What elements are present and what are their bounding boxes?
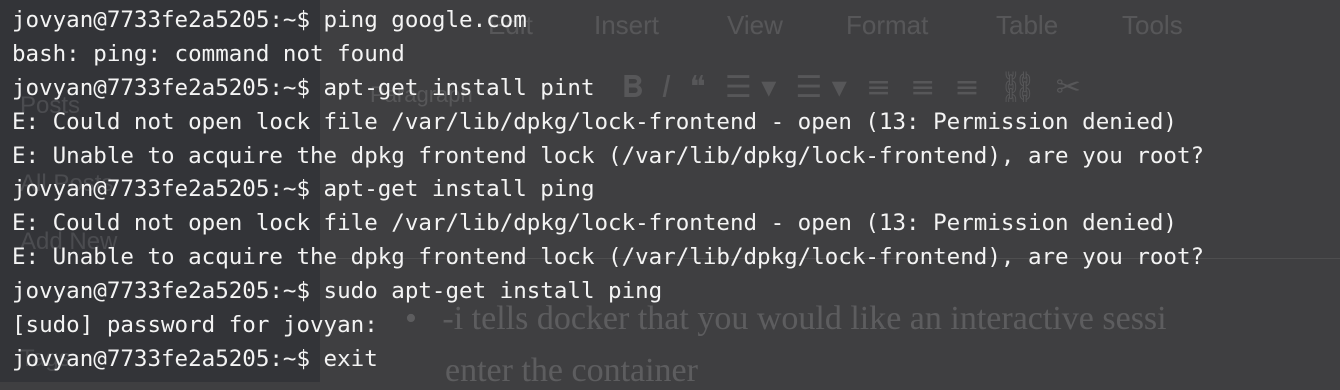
terminal-prompt-line[interactable]: jovyan@7733fe2a5205:~$ exit (12, 343, 1340, 377)
terminal-line: E: Could not open lock file /var/lib/dpk… (12, 210, 1177, 237)
terminal-line: [sudo] password for jovyan: (12, 312, 378, 339)
terminal-line: bash: ping: command not found (12, 40, 405, 67)
terminal-line: jovyan@7733fe2a5205:~$ ping google.com (12, 7, 527, 33)
terminal-line: jovyan@7733fe2a5205:~$ sudo apt-get inst… (12, 278, 663, 305)
terminal-line: E: Could not open lock file /var/lib/dpk… (12, 108, 1177, 135)
terminal-line: E: Unable to acquire the dpkg frontend l… (12, 142, 1205, 169)
terminal-line: jovyan@7733fe2a5205:~$ apt-get install p… (12, 176, 595, 203)
terminal-line: E: Unable to acquire the dpkg frontend l… (12, 244, 1205, 271)
terminal-window[interactable]: jovyan@7733fe2a5205:~$ ping google.com b… (0, 0, 1340, 382)
terminal-line: jovyan@7733fe2a5205:~$ apt-get install p… (12, 74, 595, 101)
